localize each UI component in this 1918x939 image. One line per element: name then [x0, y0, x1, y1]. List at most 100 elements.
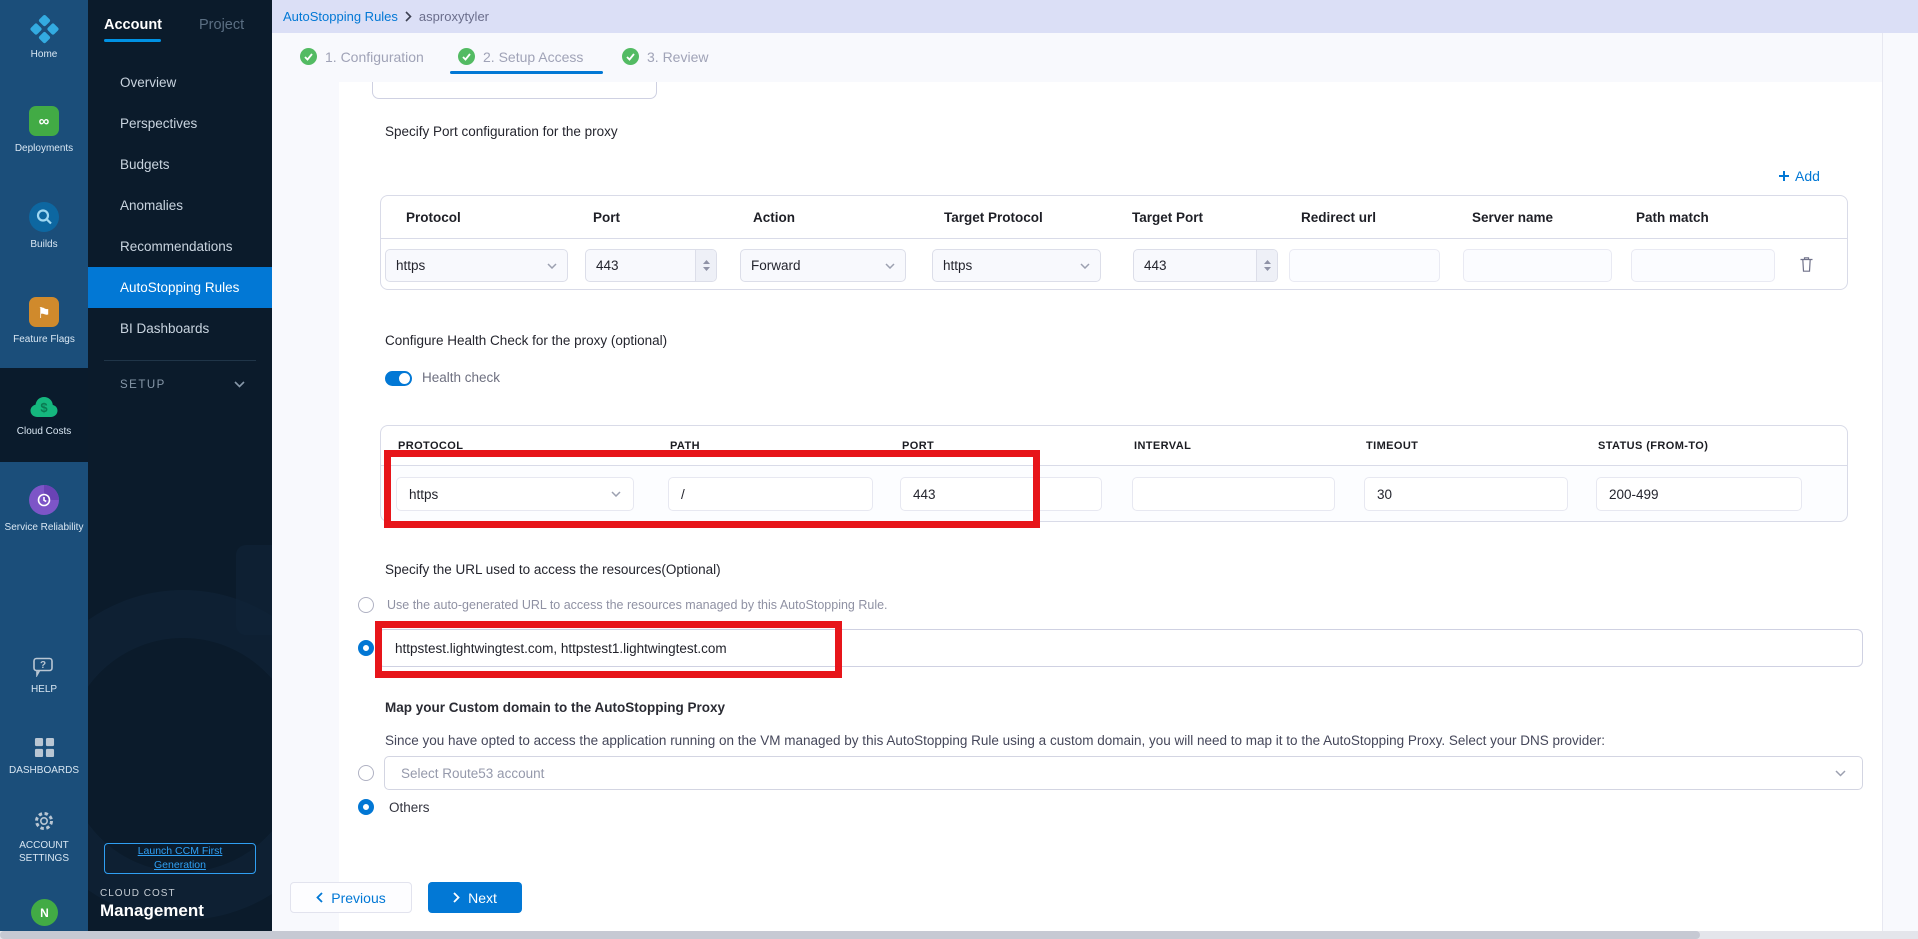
- hc-path-input[interactable]: /: [668, 477, 873, 511]
- deployments-icon: ∞: [29, 106, 59, 136]
- sidebar-setup-label[interactable]: SETUP: [120, 379, 166, 391]
- plus-icon: [1778, 170, 1790, 182]
- next-button[interactable]: Next: [428, 882, 522, 913]
- action-select[interactable]: Forward: [740, 249, 906, 282]
- health-section-title: Configure Health Check for the proxy (op…: [385, 333, 667, 348]
- svg-text:$: $: [40, 400, 48, 415]
- number-spinner[interactable]: [695, 250, 716, 281]
- path-match-input[interactable]: [1631, 249, 1775, 282]
- hc-interval-input[interactable]: [1132, 477, 1335, 511]
- port-section-title: Specify Port configuration for the proxy: [385, 124, 618, 139]
- builds-icon: [29, 202, 59, 232]
- rail-item-label: ACCOUNT SETTINGS: [0, 839, 88, 865]
- harness-logo-icon: [28, 14, 61, 47]
- route53-account-select[interactable]: Select Route53 account: [384, 756, 1863, 790]
- route53-radio[interactable]: [358, 765, 374, 781]
- step-check-icon: [300, 48, 317, 65]
- col-hc-protocol: PROTOCOL: [398, 426, 463, 466]
- col-port: Port: [593, 196, 620, 239]
- chevron-down-icon: [611, 491, 621, 497]
- rail-item-dashboards[interactable]: DASHBOARDS: [0, 733, 88, 781]
- protocol-select[interactable]: https: [385, 249, 568, 282]
- svg-text:∞: ∞: [39, 113, 50, 130]
- hc-timeout-input[interactable]: 30: [1364, 477, 1568, 511]
- breadcrumb: AutoStopping Rules asproxytyler: [272, 0, 1918, 33]
- scrollbar-thumb[interactable]: [0, 931, 1700, 939]
- redirect-url-input[interactable]: [1289, 249, 1440, 282]
- target-protocol-select[interactable]: https: [932, 249, 1101, 282]
- step-configuration[interactable]: 1. Configuration: [300, 48, 424, 65]
- ccm-watermark-stem: [236, 545, 272, 635]
- chevron-left-icon: [316, 892, 323, 903]
- add-port-config-button[interactable]: Add: [1778, 168, 1820, 184]
- auto-url-radio-row: Use the auto-generated URL to access the…: [358, 597, 888, 613]
- breadcrumb-current: asproxytyler: [419, 9, 489, 24]
- launch-ccm-first-gen-button[interactable]: Launch CCM First Generation: [104, 843, 256, 874]
- user-avatar[interactable]: N: [31, 899, 58, 926]
- col-target-protocol: Target Protocol: [944, 196, 1043, 239]
- tab-active-underline: [104, 39, 161, 42]
- rail-item-account-settings[interactable]: ACCOUNT SETTINGS: [0, 806, 88, 868]
- port-config-table: Protocol Port Action Target Protocol Tar…: [380, 195, 1848, 290]
- target-port-input[interactable]: 443: [1133, 249, 1278, 282]
- sidebar-item-recommendations[interactable]: Recommendations: [88, 226, 272, 267]
- chevron-down-icon: [1080, 263, 1090, 269]
- rail-item-label: Service Reliability: [2, 521, 87, 534]
- server-name-input[interactable]: [1463, 249, 1612, 282]
- rail-item-label: DASHBOARDS: [6, 764, 82, 777]
- sidebar-item-bi-dashboards[interactable]: BI Dashboards: [88, 308, 272, 349]
- rail-item-help[interactable]: ? HELP: [0, 652, 88, 700]
- breadcrumb-root-link[interactable]: AutoStopping Rules: [283, 9, 398, 24]
- rail-item-deployments[interactable]: ∞ Deployments: [0, 98, 88, 162]
- cutoff-field[interactable]: [372, 82, 657, 99]
- scroll-track-divider: [1882, 33, 1883, 931]
- svg-text:?: ?: [40, 660, 46, 671]
- hc-protocol-select[interactable]: https: [396, 477, 634, 511]
- sidebar-item-anomalies[interactable]: Anomalies: [88, 185, 272, 226]
- col-target-port: Target Port: [1132, 196, 1203, 239]
- rail-item-label: Deployments: [12, 142, 76, 155]
- col-server-name: Server name: [1472, 196, 1553, 239]
- rail-item-service-reliability[interactable]: Service Reliability: [0, 470, 88, 548]
- others-radio[interactable]: [358, 799, 374, 815]
- col-hc-interval: INTERVAL: [1134, 426, 1191, 466]
- sidebar-item-overview[interactable]: Overview: [88, 62, 272, 103]
- custom-url-radio[interactable]: [358, 640, 374, 656]
- breadcrumb-chevron-icon: [405, 11, 412, 22]
- chevron-down-icon: [547, 263, 557, 269]
- sidebar-item-autostopping-rules[interactable]: AutoStopping Rules: [88, 267, 272, 308]
- custom-url-input[interactable]: httpstest.lightwingtest.com, httpstest1.…: [378, 629, 1863, 667]
- delete-row-trash-icon[interactable]: [1799, 256, 1814, 273]
- sidebar-item-perspectives[interactable]: Perspectives: [88, 103, 272, 144]
- hc-port-input[interactable]: 443: [900, 477, 1102, 511]
- active-step-underline: [450, 71, 603, 74]
- rail-item-feature-flags[interactable]: ⚑ Feature Flags: [0, 290, 88, 352]
- help-icon: ?: [32, 657, 56, 677]
- rail-item-builds[interactable]: Builds: [0, 194, 88, 258]
- tab-project[interactable]: Project: [199, 17, 244, 33]
- col-hc-port: PORT: [902, 426, 934, 466]
- hc-status-input[interactable]: 200-499: [1596, 477, 1802, 511]
- horizontal-scrollbar[interactable]: [0, 931, 1918, 939]
- health-check-toggle[interactable]: [385, 371, 412, 386]
- step-check-icon: [458, 48, 475, 65]
- step-setup-access[interactable]: 2. Setup Access: [458, 48, 583, 65]
- tab-account[interactable]: Account: [104, 17, 162, 33]
- port-input[interactable]: 443: [585, 249, 717, 282]
- col-protocol: Protocol: [406, 196, 461, 239]
- rail-item-label: Cloud Costs: [14, 425, 74, 438]
- chevron-down-icon[interactable]: [234, 381, 245, 388]
- module-footer-eyebrow: CLOUD COST: [100, 888, 176, 899]
- rail-item-cloud-costs[interactable]: $ Cloud Costs: [0, 368, 88, 462]
- number-spinner[interactable]: [1256, 250, 1277, 281]
- col-redirect-url: Redirect url: [1301, 196, 1376, 239]
- sidebar-item-budgets[interactable]: Budgets: [88, 144, 272, 185]
- auto-url-radio[interactable]: [358, 597, 374, 613]
- rail-item-home[interactable]: Home: [0, 8, 88, 72]
- previous-button[interactable]: Previous: [290, 882, 412, 913]
- sidebar-divider: [104, 360, 256, 361]
- health-check-toggle-label: Health check: [422, 370, 500, 385]
- col-hc-timeout: TIMEOUT: [1366, 426, 1418, 466]
- step-review[interactable]: 3. Review: [622, 48, 708, 65]
- chevron-down-icon: [885, 263, 895, 269]
